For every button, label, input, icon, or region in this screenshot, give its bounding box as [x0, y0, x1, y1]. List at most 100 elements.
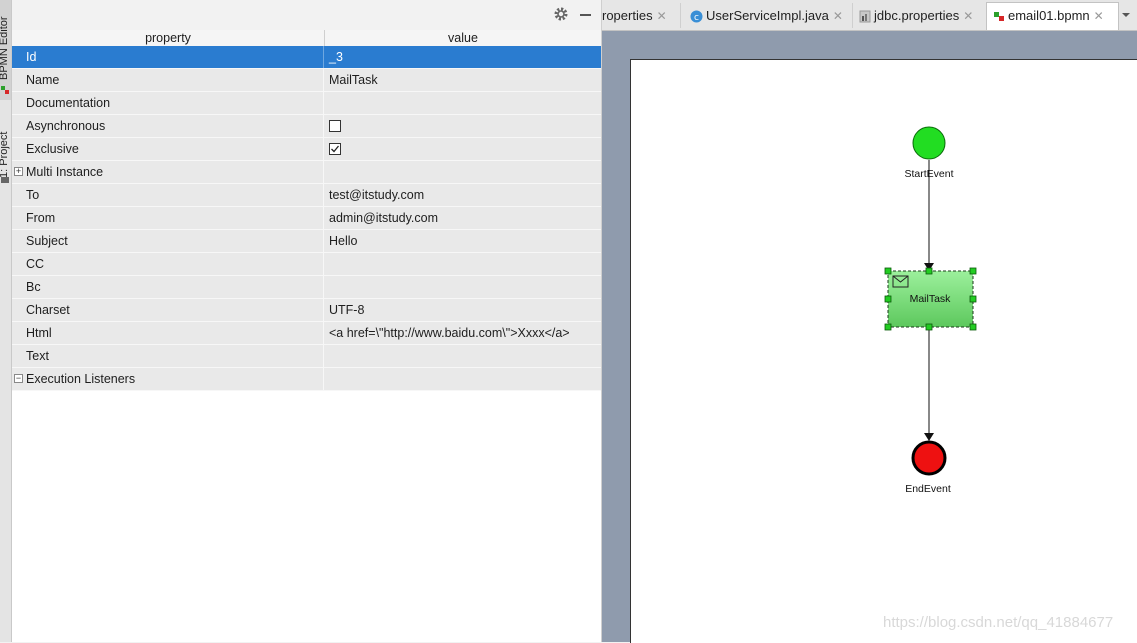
property-value: _3 — [329, 50, 343, 64]
property-row[interactable]: Charset UTF-8 — [12, 299, 601, 322]
property-name: Execution Listeners — [26, 372, 136, 386]
property-row[interactable]: Bc — [12, 276, 601, 299]
property-name: From — [26, 211, 56, 225]
property-row[interactable]: Html <a href=\"http://www.baidu.com\">Xxx… — [12, 322, 601, 345]
close-icon[interactable]: ✕ — [963, 9, 973, 23]
chevron-down-icon[interactable] — [1122, 13, 1130, 17]
property-name: Html — [26, 326, 52, 340]
panel-toolbar — [12, 0, 601, 31]
tab-jdbc-properties[interactable]: jdbc.properties ✕ — [852, 3, 993, 28]
property-value: admin@itstudy.com — [329, 211, 439, 225]
property-name-cell: From — [12, 207, 324, 229]
property-name-cell: + Multi Instance — [12, 161, 324, 183]
folder-icon — [1, 177, 9, 183]
expand-icon[interactable]: + — [14, 167, 23, 176]
start-event[interactable] — [912, 126, 946, 160]
property-row[interactable]: Asynchronous — [12, 115, 601, 138]
property-name: Documentation — [26, 96, 111, 110]
close-icon[interactable]: ✕ — [1094, 9, 1104, 23]
property-value-cell[interactable]: MailTask — [325, 69, 601, 91]
bpmn-editor-side-tab[interactable]: BPMN Editor — [0, 0, 11, 100]
property-row[interactable]: Exclusive — [12, 138, 601, 161]
property-name-cell: Documentation — [12, 92, 324, 114]
property-name: Charset — [26, 303, 70, 317]
property-name-cell: Asynchronous — [12, 115, 324, 137]
column-header-property[interactable]: property — [12, 30, 325, 46]
project-side-tab-label: 1: Project — [0, 131, 10, 178]
property-value-cell[interactable] — [325, 253, 601, 275]
property-name-cell: Charset — [12, 299, 324, 321]
gear-icon[interactable] — [554, 7, 568, 21]
property-name: To — [26, 188, 40, 202]
project-side-tab[interactable]: 1: Project — [0, 108, 11, 188]
property-value-cell[interactable]: test@itstudy.com — [325, 184, 601, 206]
property-name: Asynchronous — [26, 119, 106, 133]
property-value-cell[interactable] — [325, 138, 601, 160]
property-row[interactable]: From admin@itstudy.com — [12, 207, 601, 230]
column-header-value[interactable]: value — [325, 30, 601, 46]
diagram-svg — [884, 126, 977, 476]
collapse-icon[interactable]: − — [14, 374, 23, 383]
tab-properties-partial[interactable]: roperties ✕ — [602, 3, 681, 28]
property-row[interactable]: Subject Hello — [12, 230, 601, 253]
property-value-cell[interactable] — [325, 115, 601, 137]
tool-window-strip: BPMN Editor 1: Project — [0, 0, 12, 642]
property-name: Text — [26, 349, 49, 363]
tab-email01-bpmn[interactable]: email01.bpmn ✕ — [986, 2, 1119, 30]
property-name-cell: Html — [12, 322, 324, 344]
property-name: CC — [26, 257, 45, 271]
minimize-icon[interactable] — [580, 14, 591, 16]
checkbox-checked[interactable] — [329, 143, 341, 155]
property-value-cell[interactable] — [325, 276, 601, 298]
diagram-canvas[interactable]: StartEvent MailTask EndEvent — [630, 59, 1137, 643]
tab-userserviceimpl[interactable]: c UserServiceImpl.java ✕ — [685, 3, 853, 28]
property-name: Multi Instance — [26, 165, 104, 179]
mail-task-label: MailTask — [909, 293, 951, 305]
property-name-cell: Subject — [12, 230, 324, 252]
property-value-cell[interactable] — [325, 368, 601, 390]
checkbox-unchecked[interactable] — [329, 120, 341, 132]
property-name-cell: CC — [12, 253, 324, 275]
property-row[interactable]: To test@itstudy.com — [12, 184, 601, 207]
property-value-cell[interactable]: <a href=\"http://www.baidu.com\">Xxxx</a… — [325, 322, 601, 344]
properties-panel: property value Id _3 Name MailTask Documenta… — [12, 0, 602, 642]
sequence-flow-task-to-end[interactable] — [924, 328, 934, 441]
property-name: Exclusive — [26, 142, 79, 156]
properties-file-icon — [859, 10, 871, 23]
property-row[interactable]: CC — [12, 253, 601, 276]
property-name-cell: Name — [12, 69, 324, 91]
property-row[interactable]: Text — [12, 345, 601, 368]
property-name-cell: Bc — [12, 276, 324, 298]
property-value: MailTask — [329, 73, 378, 87]
property-value-cell[interactable] — [325, 345, 601, 367]
bpmn-editor-area: roperties ✕ c UserServiceImpl.java ✕ jdbc.… — [602, 0, 1137, 643]
property-name: Bc — [26, 280, 41, 294]
property-row[interactable]: Name MailTask — [12, 69, 601, 92]
property-row[interactable]: Id _3 — [12, 46, 601, 69]
end-event[interactable] — [911, 440, 947, 476]
property-value: test@itstudy.com — [329, 188, 425, 202]
property-value-cell[interactable]: admin@itstudy.com — [325, 207, 601, 229]
property-name-cell: Text — [12, 345, 324, 367]
property-row[interactable]: + Multi Instance — [12, 161, 601, 184]
property-value-cell[interactable] — [325, 161, 601, 183]
java-class-icon: c — [690, 10, 703, 23]
property-name-cell: Id — [12, 46, 324, 68]
close-icon[interactable]: ✕ — [657, 9, 667, 23]
property-value-cell[interactable]: UTF-8 — [325, 299, 601, 321]
start-event-label: StartEvent — [904, 168, 954, 180]
close-icon[interactable]: ✕ — [833, 9, 843, 23]
property-name: Id — [26, 50, 37, 64]
tab-label: email01.bpmn — [1008, 8, 1090, 23]
tab-label: UserServiceImpl.java — [706, 8, 829, 23]
property-name-cell: − Execution Listeners — [12, 368, 324, 390]
property-value-cell[interactable]: Hello — [325, 230, 601, 252]
checkmark-icon — [331, 145, 340, 153]
property-name-cell: To — [12, 184, 324, 206]
bpmn-editor-side-tab-label: BPMN Editor — [0, 16, 10, 80]
property-name: Subject — [26, 234, 68, 248]
property-value-cell[interactable]: _3 — [325, 46, 601, 68]
property-value-cell[interactable] — [325, 92, 601, 114]
property-row[interactable]: Documentation — [12, 92, 601, 115]
property-row[interactable]: − Execution Listeners — [12, 368, 601, 391]
